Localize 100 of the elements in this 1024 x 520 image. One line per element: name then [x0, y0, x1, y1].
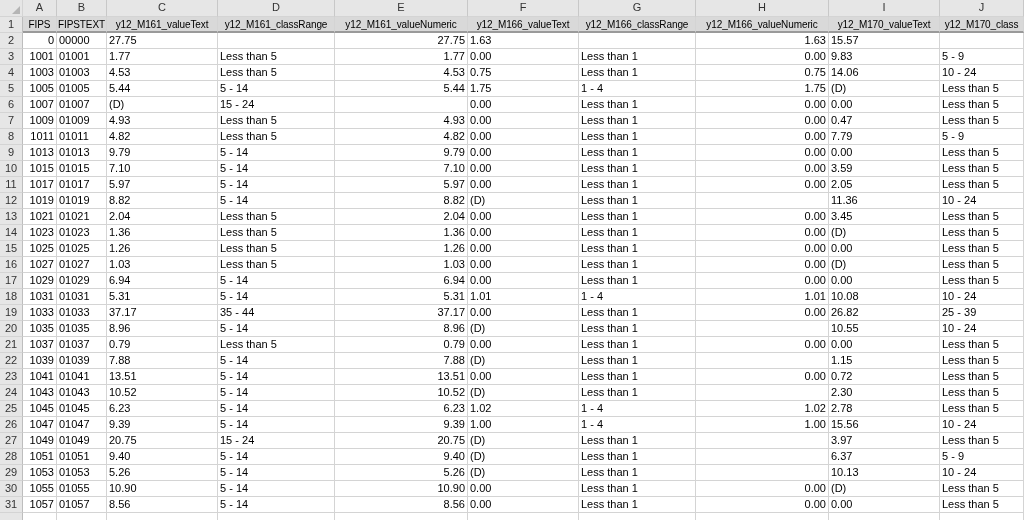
table-cell: 1.63 [696, 33, 829, 49]
table-cell: 1.03 [107, 257, 218, 273]
table-cell: 5 - 14 [218, 193, 335, 209]
table-cell: (D) [107, 97, 218, 113]
table-cell: 5.44 [335, 81, 468, 97]
row-number[interactable]: 5 [0, 81, 23, 97]
table-cell: 1027 [23, 257, 57, 273]
row-number[interactable]: 8 [0, 129, 23, 145]
column-letter[interactable]: I [829, 0, 940, 17]
table-cell: Less than 1 [579, 177, 696, 193]
table-cell: 1011 [23, 129, 57, 145]
row-number[interactable]: 31 [0, 497, 23, 513]
table-cell: 0.00 [468, 481, 579, 497]
row-number[interactable]: 10 [0, 161, 23, 177]
table-cell: 3.45 [829, 209, 940, 225]
column-letter[interactable]: E [335, 0, 468, 17]
row-number[interactable]: 23 [0, 369, 23, 385]
table-cell: 13.51 [107, 369, 218, 385]
table-cell: 0.75 [468, 65, 579, 81]
table-cell: 01021 [57, 209, 107, 225]
table-cell: 1.77 [107, 49, 218, 65]
table-cell: 1023 [23, 225, 57, 241]
table-cell: 0.00 [696, 113, 829, 129]
row-number[interactable]: 2 [0, 33, 23, 49]
row-number[interactable]: 14 [0, 225, 23, 241]
table-cell: 0.00 [696, 129, 829, 145]
column-letter[interactable]: J [940, 0, 1024, 17]
table-cell: Less than 5 [218, 337, 335, 353]
row-number[interactable]: 24 [0, 385, 23, 401]
table-cell: Less than 1 [579, 113, 696, 129]
table-cell: Less than 5 [940, 225, 1024, 241]
table-cell: 0.00 [468, 225, 579, 241]
table-cell: 01027 [57, 257, 107, 273]
table-cell: 1005 [23, 81, 57, 97]
row-number[interactable]: 17 [0, 273, 23, 289]
table-cell: 4.82 [335, 129, 468, 145]
table-cell: 4.82 [107, 129, 218, 145]
table-cell: 0.00 [468, 97, 579, 113]
table-cell: 1033 [23, 305, 57, 321]
table-cell: 00000 [57, 33, 107, 49]
table-cell: 7.88 [335, 353, 468, 369]
row-number[interactable]: 9 [0, 145, 23, 161]
row-number[interactable]: 19 [0, 305, 23, 321]
table-cell: 1.00 [696, 417, 829, 433]
table-cell: 0.00 [696, 305, 829, 321]
table-cell: 5 - 14 [218, 401, 335, 417]
table-cell: Less than 5 [218, 209, 335, 225]
table-cell: 1035 [23, 321, 57, 337]
row-number[interactable]: 1 [0, 17, 23, 33]
row-number[interactable]: 26 [0, 417, 23, 433]
select-all-button[interactable] [0, 0, 23, 17]
table-cell: Less than 1 [579, 257, 696, 273]
table-cell: Less than 5 [218, 49, 335, 65]
row-number[interactable]: 21 [0, 337, 23, 353]
table-cell: 0.00 [829, 337, 940, 353]
column-letter[interactable]: D [218, 0, 335, 17]
row-number[interactable]: 4 [0, 65, 23, 81]
row-number[interactable]: 12 [0, 193, 23, 209]
row-number[interactable]: 29 [0, 465, 23, 481]
row-number[interactable]: 18 [0, 289, 23, 305]
table-cell: Less than 1 [579, 481, 696, 497]
row-number[interactable]: 6 [0, 97, 23, 113]
table-cell: 5 - 14 [218, 369, 335, 385]
table-cell: 01019 [57, 193, 107, 209]
table-cell: 01013 [57, 145, 107, 161]
column-letter[interactable]: H [696, 0, 829, 17]
table-cell: 1003 [23, 65, 57, 81]
row-number[interactable]: 22 [0, 353, 23, 369]
table-cell: 1015 [23, 161, 57, 177]
column-letter[interactable]: G [579, 0, 696, 17]
table-cell: Less than 5 [940, 497, 1024, 513]
row-number[interactable]: 25 [0, 401, 23, 417]
table-cell: 1031 [23, 289, 57, 305]
row-number[interactable]: 3 [0, 49, 23, 65]
table-cell: 10 - 24 [940, 193, 1024, 209]
table-cell: 5 - 14 [218, 449, 335, 465]
row-number[interactable]: 15 [0, 241, 23, 257]
row-number[interactable]: 20 [0, 321, 23, 337]
table-cell: 1043 [23, 385, 57, 401]
column-letter[interactable]: B [57, 0, 107, 17]
table-cell: Less than 5 [940, 209, 1024, 225]
row-number[interactable]: 28 [0, 449, 23, 465]
column-letter[interactable]: A [23, 0, 57, 17]
row-number[interactable]: 13 [0, 209, 23, 225]
row-number[interactable]: 30 [0, 481, 23, 497]
table-cell: Less than 1 [579, 353, 696, 369]
row-number[interactable]: 11 [0, 177, 23, 193]
table-cell: 1 - 4 [579, 401, 696, 417]
table-cell: 01037 [57, 337, 107, 353]
row-number[interactable]: 27 [0, 433, 23, 449]
column-letter[interactable]: F [468, 0, 579, 17]
table-cell: 1021 [23, 209, 57, 225]
table-cell: 0.00 [696, 209, 829, 225]
select-all-icon[interactable] [12, 6, 20, 14]
table-cell: Less than 5 [218, 225, 335, 241]
column-letter[interactable]: C [107, 0, 218, 17]
table-cell: 26.82 [829, 305, 940, 321]
table-cell: 10.52 [335, 385, 468, 401]
row-number[interactable]: 7 [0, 113, 23, 129]
row-number[interactable]: 16 [0, 257, 23, 273]
